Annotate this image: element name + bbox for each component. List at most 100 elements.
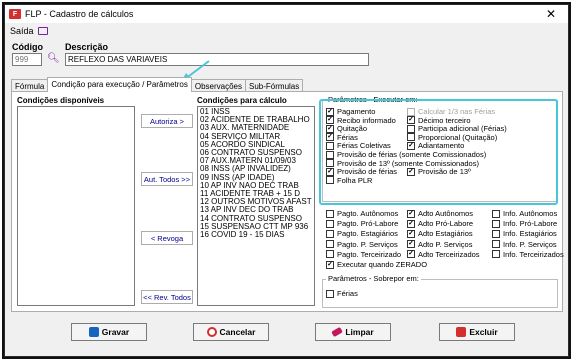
extra-checkbox-label: Adto Pró-Labore [418,219,474,229]
checkbox-box[interactable] [407,107,415,116]
checkbox-box[interactable]: ✓ [407,240,415,249]
extra-checkbox[interactable]: Pagto. P. Serviços [326,240,398,249]
extra-checkbox[interactable]: Info. P. Serviços [492,240,557,249]
tab-condicao-parametros[interactable]: Condição para execução / Parâmetros [47,77,192,92]
checkbox-box[interactable] [326,289,334,298]
extra-checkbox-label: Info. Pró-Labore [503,219,558,229]
param-checkbox[interactable]: Folha PLR [326,176,372,185]
extra-checkbox-label: Info. Autônomos [503,209,558,218]
extra-checkbox[interactable]: ✓ Adto Estagiários [407,229,473,238]
extra-checkbox-label: Pagto. P. Serviços [337,239,398,249]
eraser-icon [331,326,344,338]
codigo-label: Código [12,42,43,52]
monitor-icon [37,27,48,35]
extra-checkbox[interactable]: Info. Terceirizados [492,250,564,259]
checkbox-box[interactable] [326,176,334,185]
extra-checkbox[interactable]: Info. Estagiários [492,229,557,238]
zerado-checkbox[interactable]: ✓ Executar quando ZERADO [326,260,427,269]
close-button[interactable]: ✕ [546,7,556,21]
checkbox-box[interactable]: ✓ [407,219,415,228]
checkbox-box[interactable] [407,124,415,133]
tab-panel: Condições disponíveis Autoriza > Aut. To… [11,91,564,312]
tab-bar: Fórmula Condição para execução / Parâmet… [11,77,304,92]
checkbox-box[interactable] [492,229,500,238]
checkbox-box[interactable]: ✓ [407,250,415,259]
condicoes-disponiveis-title: Condições disponíveis [17,96,105,105]
checkbox-box[interactable] [326,150,334,159]
checkbox-box[interactable]: ✓ [326,167,334,176]
checkbox-box[interactable]: ✓ [326,124,334,133]
extra-checkbox[interactable]: Info. Pró-Labore [492,219,557,228]
checkbox-box[interactable] [492,250,500,259]
window-title: FLP - Cadastro de cálculos [25,9,134,19]
checkbox-box[interactable]: ✓ [407,167,415,176]
checkbox-box[interactable] [492,209,500,218]
checkbox-box[interactable] [326,229,334,238]
sobrepor-ferias-checkbox[interactable]: Férias [326,289,358,298]
checkbox-box[interactable]: ✓ [326,107,334,116]
extra-checkbox[interactable]: Pagto. Pró-Labore [326,219,398,228]
menu-bar: Saída [5,24,48,38]
aut-todos-button[interactable]: Aut. Todos >> [141,172,193,186]
extra-checkbox[interactable]: ✓ Adto P. Serviços [407,240,472,249]
extra-checkbox-label: Info. Estagiários [503,229,557,239]
extra-checkbox[interactable]: Pagto. Estagiários [326,229,398,238]
condicoes-calculo-title: Condições para cálculo [197,96,287,105]
cancel-icon [206,327,217,337]
param-checkbox[interactable]: ✓ Provisão de 13º [407,167,471,176]
extra-checkbox[interactable]: ✓ Adto Terceirizados [407,250,480,259]
checkbox-box[interactable]: ✓ [407,116,415,125]
excluir-button[interactable]: Excluir [439,323,515,341]
checkbox-box[interactable] [492,219,500,228]
extra-checkbox-label: Adto Terceirizados [418,249,480,259]
checkbox-box[interactable] [407,133,415,142]
checkbox-box[interactable] [326,219,334,228]
descricao-label: Descrição [65,42,109,52]
sobrepor-title: Parâmetros - Sobrepor em: [326,274,421,283]
extra-checkbox-label: Info. P. Serviços [503,239,557,249]
trash-icon [456,327,467,337]
sobrepor-ferias-checkbox-label: Férias [337,289,358,298]
extra-checkbox[interactable]: Pagto. Autônomos [326,209,398,218]
descricao-field[interactable]: REFLEXO DAS VARIAVEIS [65,53,369,66]
param-checkbox-label: Provisão de 13º [418,167,471,177]
gravar-button[interactable]: Gravar [71,323,147,341]
checkbox-box[interactable]: ✓ [326,116,334,125]
extra-checkbox-label: Adto Autônomos [418,209,474,218]
gravar-label: Gravar [101,327,130,337]
checkbox-box[interactable]: ✓ [326,260,334,269]
extra-checkbox[interactable]: Info. Autônomos [492,209,557,218]
limpar-button[interactable]: Limpar [315,323,391,341]
extra-checkbox[interactable]: ✓ Adto Pró-Labore [407,219,473,228]
param-checkbox-label: Folha PLR [337,175,373,185]
search-icon[interactable]: 🔍︎ [47,53,60,64]
condicoes-disponiveis-list[interactable] [17,106,135,306]
rev-todos-button[interactable]: << Rev. Todos [141,290,193,304]
checkbox-box[interactable] [326,209,334,218]
checkbox-box[interactable] [326,240,334,249]
codigo-field[interactable]: 999 [12,53,42,66]
condicoes-calculo-list[interactable]: 01 INSS 02 ACIDENTE DE TRABALHO 03 AUX. MA… [197,106,315,306]
cancelar-button[interactable]: Cancelar [193,323,269,341]
title-bar: F FLP - Cadastro de cálculos ✕ [5,5,568,23]
checkbox-box[interactable]: ✓ [326,133,334,142]
checkbox-box[interactable] [326,159,334,168]
checkbox-box[interactable] [326,250,334,259]
condicao-item[interactable]: 16 COVID 19 - 15 DIAS [198,230,314,239]
checkbox-box[interactable]: ✓ [407,209,415,218]
checkbox-box[interactable]: ✓ [407,229,415,238]
checkbox-box[interactable]: ✓ [407,141,415,150]
revoga-button[interactable]: < Revoga [141,231,193,245]
zerado-checkbox-label: Executar quando ZERADO [337,260,428,269]
autoriza-button[interactable]: Autoriza > [141,114,193,128]
checkbox-box[interactable] [326,141,334,150]
extra-checkbox-label: Pagto. Estagiários [337,229,398,239]
extra-checkbox-label: Adto P. Serviços [418,239,473,249]
app-logo-icon: F [9,9,21,19]
checkbox-box[interactable] [492,240,500,249]
extra-checkbox[interactable]: Pagto. Terceirizado [326,250,401,259]
extra-checkbox[interactable]: ✓ Adto Autônomos [407,209,473,218]
menu-saida[interactable]: Saída [10,26,48,36]
menu-saida-label: Saída [10,26,34,36]
cadastro-calculos-window: F FLP - Cadastro de cálculos ✕ Saída Cód… [4,4,569,357]
